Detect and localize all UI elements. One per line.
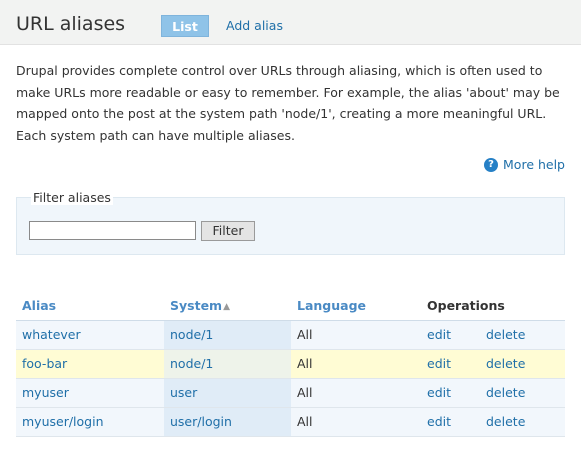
page-title: URL aliases <box>16 13 126 35</box>
more-help-label: More help <box>503 157 565 172</box>
filter-input[interactable] <box>29 221 196 240</box>
page-header: URL aliases List Add alias <box>0 0 581 45</box>
language-cell: All <box>291 349 421 379</box>
delete-link[interactable]: delete <box>486 327 525 342</box>
delete-link[interactable]: delete <box>486 385 525 400</box>
header-language[interactable]: Language <box>291 291 421 321</box>
table-row: myuser/login user/login All edit delete <box>16 407 565 437</box>
delete-link[interactable]: delete <box>486 414 525 429</box>
operations-cell: edit delete <box>421 407 565 437</box>
delete-link[interactable]: delete <box>486 356 525 371</box>
header-alias[interactable]: Alias <box>16 291 164 321</box>
system-cell[interactable]: user <box>164 378 291 408</box>
operations-cell: edit delete <box>421 349 565 379</box>
language-cell: All <box>291 407 421 437</box>
language-cell: All <box>291 378 421 408</box>
more-help-link[interactable]: ? More help <box>484 157 565 172</box>
edit-link[interactable]: edit <box>427 385 486 400</box>
edit-link[interactable]: edit <box>427 327 486 342</box>
header-operations: Operations <box>421 291 565 321</box>
alias-cell[interactable]: whatever <box>16 320 164 350</box>
edit-link[interactable]: edit <box>427 414 486 429</box>
table-row: whatever node/1 All edit delete <box>16 320 565 350</box>
tab-add-alias[interactable]: Add alias <box>226 18 283 33</box>
header-system[interactable]: System▲ <box>164 291 291 321</box>
filter-button[interactable]: Filter <box>201 221 255 241</box>
table-header-row: Alias System▲ Language Operations <box>16 291 565 321</box>
tab-list[interactable]: List <box>161 15 209 37</box>
alias-cell[interactable]: myuser <box>16 378 164 408</box>
filter-legend: Filter aliases <box>31 190 113 205</box>
alias-cell[interactable]: myuser/login <box>16 407 164 437</box>
system-cell[interactable]: node/1 <box>164 320 291 350</box>
operations-cell: edit delete <box>421 378 565 408</box>
table-row: myuser user All edit delete <box>16 378 565 408</box>
aliases-table: Alias System▲ Language Operations whatev… <box>16 291 565 437</box>
language-cell: All <box>291 320 421 350</box>
help-icon: ? <box>484 157 499 172</box>
alias-cell[interactable]: foo-bar <box>16 349 164 379</box>
system-cell[interactable]: node/1 <box>164 349 291 379</box>
table-row: foo-bar node/1 All edit delete <box>16 349 565 379</box>
operations-cell: edit delete <box>421 320 565 350</box>
system-cell[interactable]: user/login <box>164 407 291 437</box>
intro-description: Drupal provides complete control over UR… <box>16 63 560 143</box>
sort-ascending-icon: ▲ <box>223 301 230 312</box>
edit-link[interactable]: edit <box>427 356 486 371</box>
